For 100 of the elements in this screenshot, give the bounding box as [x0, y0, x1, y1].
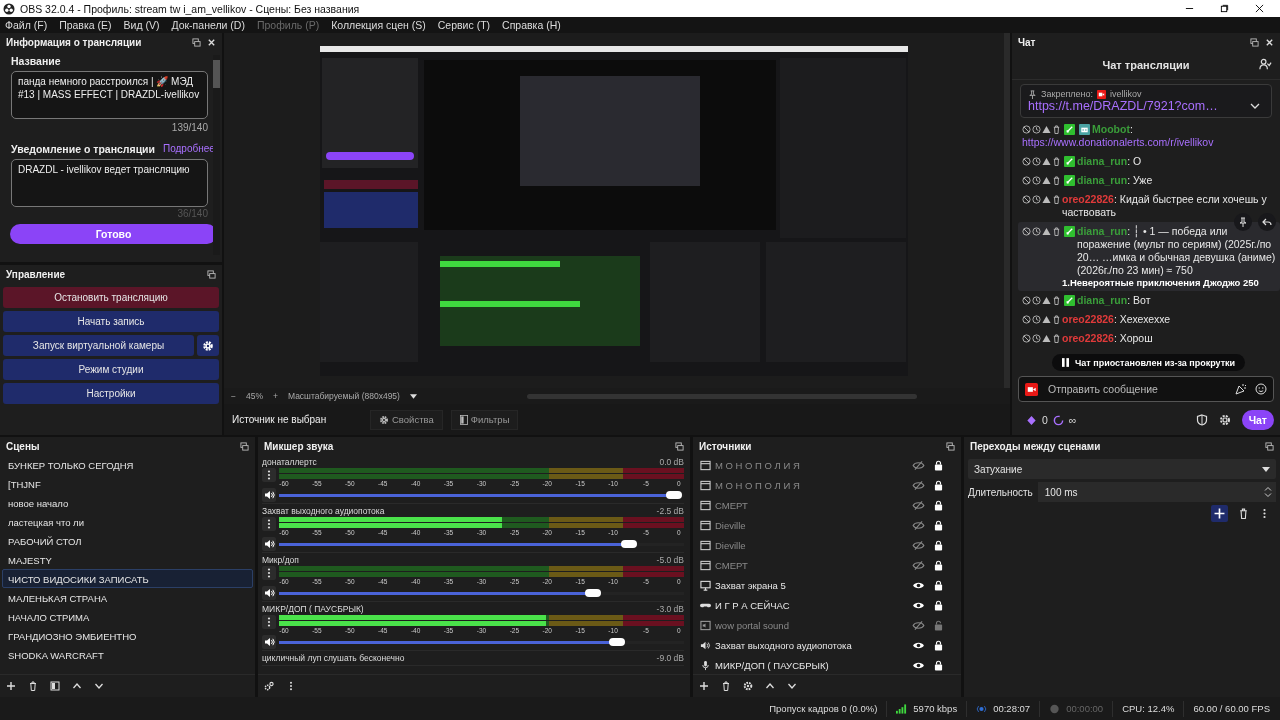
source-name[interactable]: Dieville	[715, 519, 908, 531]
channel-points-icon[interactable]	[1026, 414, 1037, 426]
up-icon[interactable]	[765, 681, 775, 691]
float-icon[interactable]	[1265, 441, 1274, 451]
add-icon[interactable]	[699, 681, 709, 691]
more-link[interactable]: Подробнее	[163, 143, 215, 155]
pin-button[interactable]	[1234, 213, 1252, 231]
eye-icon[interactable]	[912, 660, 925, 670]
warning-icon[interactable]	[1042, 296, 1051, 305]
ban-icon[interactable]	[1022, 334, 1031, 343]
source-name[interactable]: СМЕРТ	[715, 559, 908, 571]
speaker-icon[interactable]	[262, 488, 276, 502]
timeout-icon[interactable]	[1032, 125, 1041, 134]
source-name[interactable]: wow portal sound	[715, 619, 908, 631]
chat-paused-banner[interactable]: Чат приостановлен из-за прокрутки	[1052, 354, 1246, 371]
message-field[interactable]: Отправить сообщение	[1046, 382, 1227, 396]
source-name[interactable]: Захват экрана 5	[715, 579, 908, 591]
float-icon[interactable]	[240, 441, 249, 451]
float-icon[interactable]	[207, 269, 216, 279]
eye-icon[interactable]	[912, 640, 925, 650]
pinned-link[interactable]: https://t.me/DRAZDL/7921?com…	[1028, 99, 1218, 113]
timeout-icon[interactable]	[1032, 334, 1041, 343]
timeout-icon[interactable]	[1032, 176, 1041, 185]
party-icon[interactable]	[1235, 383, 1247, 395]
duration-field[interactable]: 100 ms	[1037, 482, 1276, 502]
settings-icon[interactable]	[743, 681, 753, 691]
scale-mode-dropdown[interactable]: Масштабируемый (880x495)	[287, 391, 400, 401]
filters-icon[interactable]	[50, 681, 60, 691]
trash-icon[interactable]	[1052, 195, 1061, 204]
ban-icon[interactable]	[1022, 227, 1031, 236]
notification-field[interactable]: DRAZDL - ivellikov ведет трансляцию	[11, 159, 208, 207]
trash-icon[interactable]	[1052, 176, 1061, 185]
hidden-eye-icon[interactable]	[912, 480, 925, 490]
transition-dropdown[interactable]: Затухание	[968, 459, 1276, 479]
warning-icon[interactable]	[1042, 227, 1051, 236]
menu-item[interactable]: Справка (H)	[502, 19, 561, 31]
control-button[interactable]: Запуск виртуальной камеры	[3, 335, 194, 356]
speaker-icon[interactable]	[262, 537, 276, 551]
emoji-icon[interactable]	[1255, 383, 1267, 395]
timeout-icon[interactable]	[1032, 157, 1041, 166]
ban-icon[interactable]	[1022, 157, 1031, 166]
ban-icon[interactable]	[1022, 176, 1031, 185]
trash-icon[interactable]	[1052, 296, 1061, 305]
more-icon[interactable]	[262, 566, 276, 580]
float-icon[interactable]	[1250, 37, 1259, 47]
source-name[interactable]: М О Н О П О Л И Я	[715, 479, 908, 491]
timeout-icon[interactable]	[1032, 296, 1041, 305]
warning-icon[interactable]	[1042, 125, 1051, 134]
title-field[interactable]: панда немного расстроился | 🚀 МЭД #13 | MASS EFFECT | DRAZDL-ivellikov	[11, 71, 208, 119]
maximize-icon[interactable]	[1220, 4, 1229, 13]
more-icon[interactable]	[262, 517, 276, 531]
reply-button[interactable]	[1258, 213, 1276, 231]
menu-item[interactable]: Док-панели (D)	[171, 19, 245, 31]
scene-item[interactable]: ГРАНДИОЗНО ЭМБИЕНТНО	[2, 626, 253, 645]
ban-icon[interactable]	[1022, 195, 1031, 204]
lock-icon[interactable]	[934, 499, 943, 511]
lock-icon[interactable]	[934, 519, 943, 531]
lock-icon[interactable]	[934, 579, 943, 591]
warning-icon[interactable]	[1042, 315, 1051, 324]
control-button[interactable]: Остановить трансляцию	[3, 287, 219, 308]
eye-icon[interactable]	[912, 600, 925, 610]
pinned-message[interactable]: Закреплено: ivellikov https://t.me/DRAZDL/7921?com…	[1020, 84, 1272, 118]
add-icon[interactable]	[6, 681, 16, 691]
scene-item[interactable]: МАЛЕНЬКАЯ СТРАНА	[2, 588, 253, 607]
menu-item[interactable]: Сервис (T)	[437, 19, 491, 31]
warning-icon[interactable]	[1042, 195, 1051, 204]
timeout-icon[interactable]	[1032, 195, 1041, 204]
source-name[interactable]: Захват выходного аудиопотока	[715, 639, 908, 651]
zoom-in-button[interactable]: +	[273, 391, 278, 401]
shield-icon[interactable]	[1195, 414, 1208, 426]
up-icon[interactable]	[72, 681, 82, 691]
ban-icon[interactable]	[1022, 296, 1031, 305]
lock-icon[interactable]	[934, 659, 943, 671]
source-name[interactable]: М О Н О П О Л И Я	[715, 459, 908, 471]
scene-item[interactable]: ЧИСТО ВИДОСИКИ ЗАПИСАТЬ	[2, 569, 253, 588]
trash-icon[interactable]	[1052, 315, 1061, 324]
timeout-icon[interactable]	[1032, 227, 1041, 236]
scene-item[interactable]: MAJESTY	[2, 550, 253, 569]
lock-icon[interactable]	[934, 559, 943, 571]
float-icon[interactable]	[192, 37, 201, 47]
ban-icon[interactable]	[1022, 125, 1031, 134]
control-button[interactable]: Настройки	[3, 383, 219, 404]
trash-icon[interactable]	[1238, 508, 1249, 519]
gears-icon[interactable]	[264, 681, 274, 691]
lock-icon[interactable]	[934, 639, 943, 651]
chat-send-button[interactable]: Чат	[1241, 410, 1274, 430]
lock-icon[interactable]	[934, 459, 943, 471]
caret-icon[interactable]	[409, 393, 417, 399]
hidden-eye-icon[interactable]	[912, 560, 925, 570]
speaker-icon[interactable]	[262, 586, 276, 600]
more-icon[interactable]	[262, 468, 276, 482]
hidden-eye-icon[interactable]	[912, 520, 925, 530]
warning-icon[interactable]	[1042, 157, 1051, 166]
hidden-eye-icon[interactable]	[912, 460, 925, 470]
menu-item[interactable]: Вид (V)	[123, 19, 160, 31]
chevron-down-icon[interactable]	[1250, 103, 1260, 109]
scene-item[interactable]: БУНКЕР ТОЛЬКО СЕГОДНЯ	[2, 455, 253, 474]
timeout-icon[interactable]	[1032, 315, 1041, 324]
menu-item[interactable]: Файл (F)	[5, 19, 48, 31]
down-icon[interactable]	[787, 681, 797, 691]
